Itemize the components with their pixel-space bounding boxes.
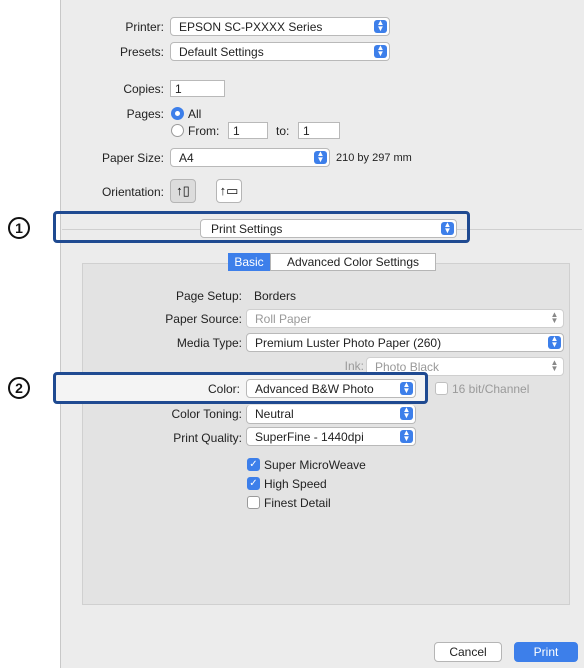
cancel-button[interactable]: Cancel	[434, 642, 502, 662]
paper-source-popup[interactable]: Roll Paper ▲ ▼	[246, 309, 564, 328]
ink-label: Ink:	[344, 359, 364, 373]
checkmark-icon: ✓	[249, 459, 258, 470]
print-button[interactable]: Print	[514, 642, 578, 662]
pages-label: Pages:	[126, 107, 164, 121]
popup-chevron-icon: ▲ ▼	[400, 429, 413, 443]
print-settings-value: Print Settings	[211, 222, 283, 236]
copies-field[interactable]: 1	[170, 80, 225, 97]
page-setup-value: Borders	[254, 289, 297, 303]
bit-channel-checkbox[interactable]	[435, 382, 448, 395]
callout-number-2: 2	[8, 377, 30, 399]
popup-chevron-icon: ▲ ▼	[548, 335, 561, 349]
callout-number-1: 1	[8, 217, 30, 239]
super-microweave-label: Super MicroWeave	[264, 458, 366, 472]
paper-source-value: Roll Paper	[255, 312, 312, 326]
media-type-value: Premium Luster Photo Paper (260)	[255, 336, 442, 350]
popup-chevron-icon: ▲ ▼	[314, 150, 327, 164]
print-quality-label: Print Quality:	[173, 431, 242, 445]
finest-detail-checkbox[interactable]	[247, 496, 260, 509]
printer-label: Printer:	[125, 20, 164, 34]
high-speed-checkbox[interactable]: ✓	[247, 477, 260, 490]
tab-basic[interactable]: Basic	[228, 253, 270, 271]
landscape-icon: ↑▭	[219, 183, 239, 198]
color-popup[interactable]: Advanced B&W Photo ▲ ▼	[246, 379, 416, 398]
color-toning-popup[interactable]: Neutral ▲ ▼	[246, 405, 416, 424]
popup-chevron-icon: ▲ ▼	[374, 44, 387, 58]
printer-value: EPSON SC-PXXXX Series	[179, 20, 323, 34]
media-type-label: Media Type:	[176, 336, 242, 350]
paper-size-popup[interactable]: A4 ▲ ▼	[170, 148, 330, 167]
color-toning-label: Color Toning:	[171, 407, 243, 421]
print-settings-popup[interactable]: Print Settings ▲ ▼	[200, 219, 457, 238]
popup-chevron-icon: ▲ ▼	[550, 310, 559, 325]
color-label: Color:	[207, 382, 240, 396]
popup-chevron-icon: ▲ ▼	[400, 381, 413, 395]
pages-to-field[interactable]: 1	[298, 122, 340, 139]
pages-from-radio[interactable]	[171, 124, 184, 137]
popup-chevron-icon: ▲ ▼	[374, 19, 387, 33]
print-quality-popup[interactable]: SuperFine - 1440dpi ▲ ▼	[246, 427, 416, 446]
paper-size-label: Paper Size:	[101, 151, 164, 165]
presets-label: Presets:	[119, 45, 164, 59]
color-value: Advanced B&W Photo	[255, 382, 374, 396]
presets-popup[interactable]: Default Settings ▲ ▼	[170, 42, 390, 61]
print-quality-value: SuperFine - 1440dpi	[255, 430, 364, 444]
popup-chevron-icon: ▲ ▼	[441, 221, 454, 235]
landscape-orientation-button[interactable]: ↑▭	[216, 179, 242, 203]
paper-source-label: Paper Source:	[165, 312, 242, 326]
finest-detail-label: Finest Detail	[264, 496, 331, 510]
checkmark-icon: ✓	[249, 478, 258, 489]
popup-chevron-icon: ▲ ▼	[550, 358, 559, 373]
popup-chevron-icon: ▲ ▼	[400, 406, 413, 420]
high-speed-label: High Speed	[264, 477, 327, 491]
paper-size-value: A4	[179, 151, 194, 165]
copies-label: Copies:	[123, 82, 164, 96]
bit-channel-label: 16 bit/Channel	[452, 382, 530, 396]
pages-from-field[interactable]: 1	[228, 122, 268, 139]
portrait-icon: ↑▯	[176, 183, 190, 198]
page-setup-label: Page Setup:	[175, 289, 242, 303]
tab-advanced-color-settings[interactable]: Advanced Color Settings	[270, 253, 436, 271]
super-microweave-checkbox[interactable]: ✓	[247, 458, 260, 471]
portrait-orientation-button[interactable]: ↑▯	[170, 179, 196, 203]
printer-popup[interactable]: EPSON SC-PXXXX Series ▲ ▼	[170, 17, 390, 36]
color-toning-value: Neutral	[255, 407, 294, 421]
pages-from-label: From:	[188, 124, 220, 138]
paper-dimensions: 210 by 297 mm	[336, 152, 412, 164]
pages-all-radio[interactable]	[171, 107, 184, 120]
presets-value: Default Settings	[179, 45, 264, 59]
media-type-popup[interactable]: Premium Luster Photo Paper (260) ▲ ▼	[246, 333, 564, 352]
pages-all-label: All	[188, 107, 202, 121]
orientation-label: Orientation:	[101, 185, 164, 199]
pages-to-label: to:	[276, 124, 290, 138]
